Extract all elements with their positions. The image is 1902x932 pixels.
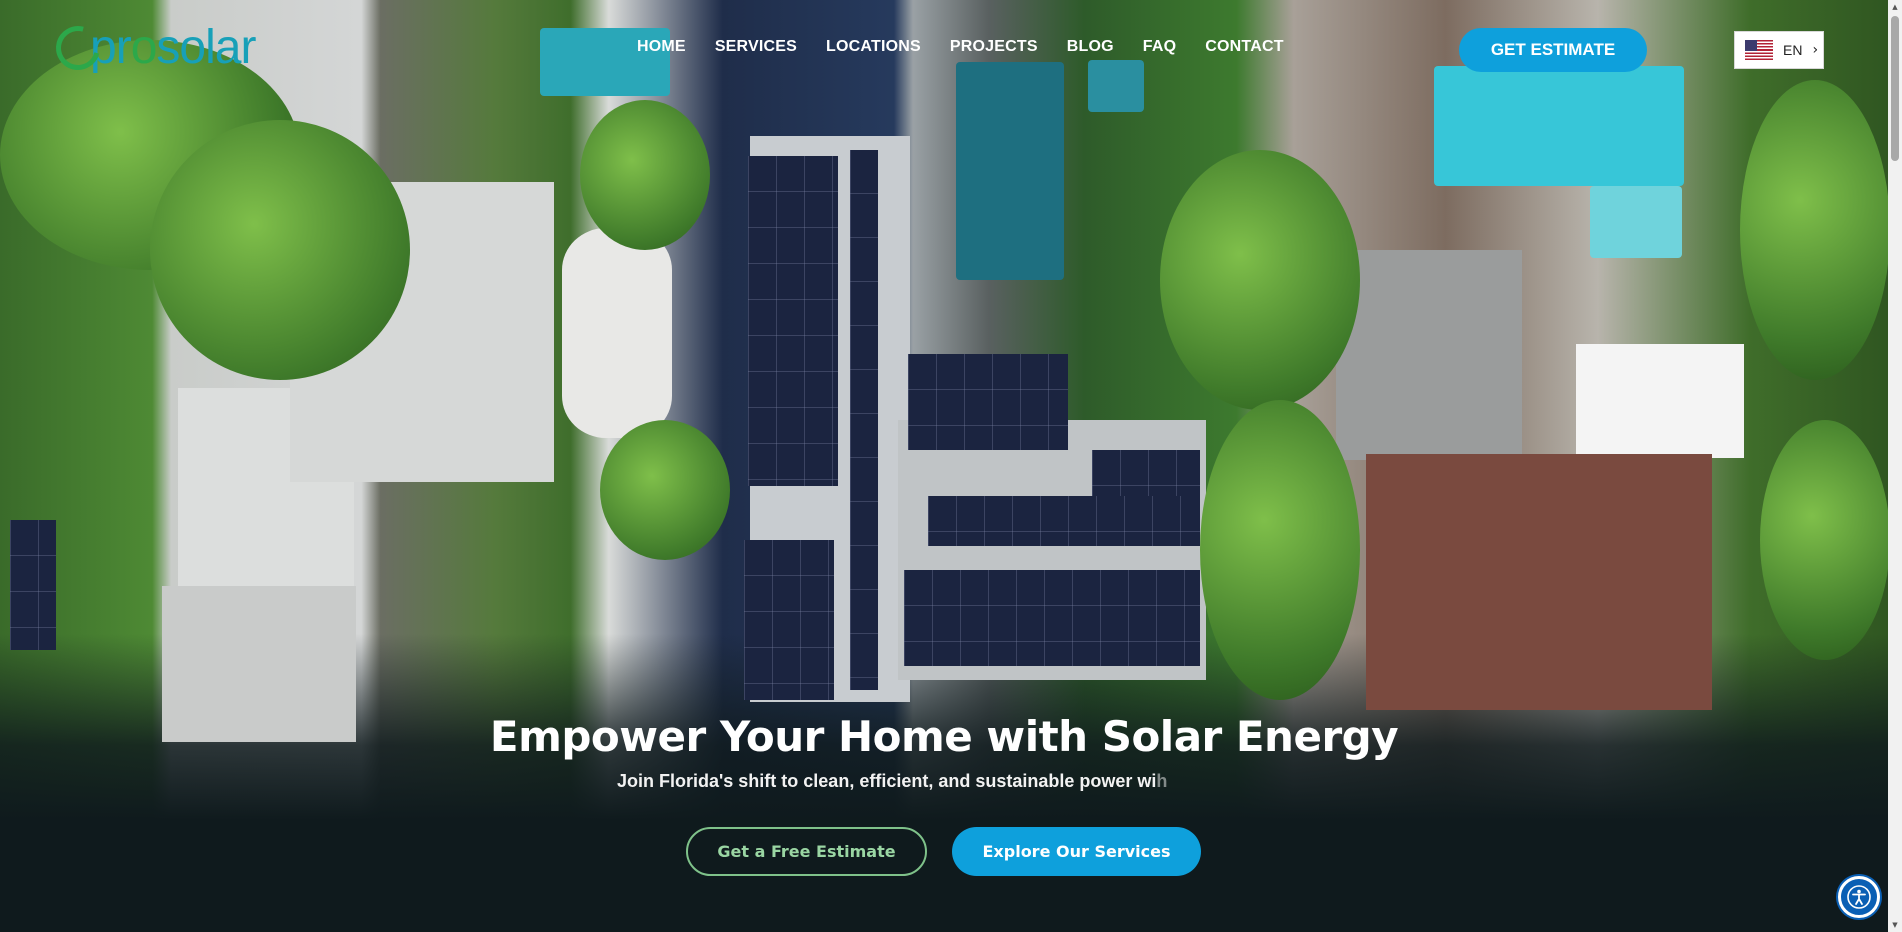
page: prosolar HOME SERVICES LOCATIONS PROJECT… — [0, 0, 1902, 932]
solar-panel-array-image — [904, 570, 1200, 666]
prosolar-logo[interactable]: prosolar — [47, 17, 256, 79]
hero-background-image — [0, 0, 1902, 932]
solar-panel-array-image — [748, 156, 838, 486]
tree-canopy-image — [1200, 400, 1360, 700]
roof-image — [562, 228, 672, 438]
page-scrollbar[interactable]: ▲ ▼ — [1888, 0, 1902, 932]
hero-subtitle-text: Join Florida's shift to clean, efficient… — [617, 771, 1157, 791]
hero-title: Empower Your Home with Solar Energy — [489, 712, 1399, 761]
tree-canopy-image — [150, 120, 410, 380]
logo-wordmark: prosolar — [90, 21, 256, 74]
roof-image — [1336, 250, 1522, 460]
solar-panel-array-image — [10, 520, 56, 650]
nav-faq-link[interactable]: FAQ — [1143, 38, 1177, 56]
language-switcher[interactable]: EN › — [1734, 31, 1824, 69]
solar-panel-array-image — [928, 496, 1200, 546]
us-flag-icon — [1745, 40, 1773, 60]
main-nav: HOME SERVICES LOCATIONS PROJECTS BLOG FA… — [637, 38, 1313, 56]
hero-subtitle: Join Florida's shift to clean, efficient… — [617, 771, 1167, 792]
solar-panel-array-image — [1092, 450, 1200, 498]
scroll-up-arrow-icon[interactable]: ▲ — [1891, 3, 1899, 11]
tree-canopy-image — [1160, 150, 1360, 410]
scrollbar-thumb[interactable] — [1891, 16, 1899, 161]
get-estimate-button[interactable]: GET ESTIMATE — [1459, 28, 1647, 72]
solar-panel-array-image — [744, 540, 834, 700]
nav-locations-link[interactable]: LOCATIONS — [826, 38, 921, 56]
accessibility-icon — [1847, 885, 1871, 909]
tree-canopy-image — [1740, 80, 1890, 380]
nav-contact-link[interactable]: CONTACT — [1205, 38, 1283, 56]
tree-canopy-image — [600, 420, 730, 560]
solar-panel-array-image — [850, 150, 878, 690]
free-estimate-button[interactable]: Get a Free Estimate — [686, 827, 927, 876]
nav-services-link[interactable]: SERVICES — [715, 38, 797, 56]
tree-canopy-image — [1760, 420, 1890, 660]
tree-canopy-image — [580, 100, 710, 250]
chevron-right-icon: › — [1812, 42, 1819, 58]
roof-image — [1576, 344, 1744, 458]
nav-projects-link[interactable]: PROJECTS — [950, 38, 1038, 56]
hero-subtitle-typing: h — [1156, 771, 1168, 791]
scroll-down-arrow-icon[interactable]: ▼ — [1891, 921, 1899, 929]
roof-image — [1366, 454, 1712, 710]
nav-blog-link[interactable]: BLOG — [1067, 38, 1114, 56]
explore-services-button[interactable]: Explore Our Services — [952, 827, 1201, 876]
language-code: EN — [1783, 42, 1803, 58]
solar-panel-array-image — [908, 354, 1068, 450]
pool-image — [1590, 186, 1682, 258]
top-navbar: prosolar HOME SERVICES LOCATIONS PROJECT… — [0, 0, 1902, 100]
nav-home-link[interactable]: HOME — [637, 38, 686, 56]
accessibility-button[interactable] — [1838, 876, 1880, 918]
